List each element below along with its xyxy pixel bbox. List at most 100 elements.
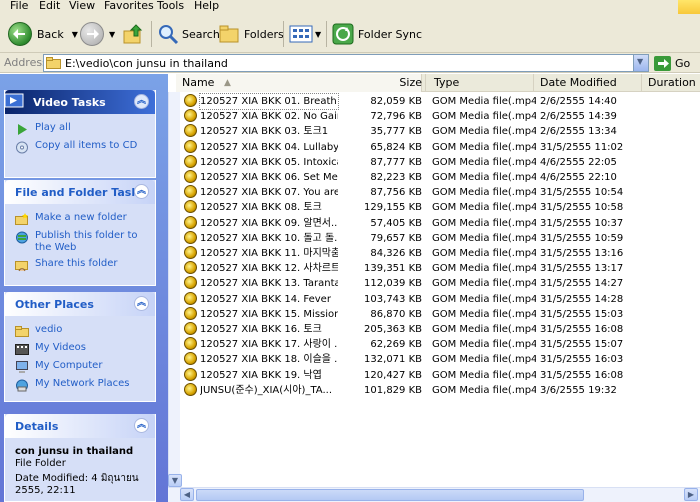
file-row[interactable]: 120527 XIA BKK 01. Breath 82,059 KB GOM Me… — [184, 93, 698, 110]
back-label: Back — [37, 27, 64, 41]
file-row[interactable]: 120527 XIA BKK 03. 토크1 35,777 KB GOM Media… — [184, 124, 698, 139]
back-dropdown-icon[interactable]: ▼ — [72, 30, 78, 39]
address-label: Address — [4, 56, 48, 69]
folders-button[interactable]: Folders — [219, 20, 284, 48]
file-name: 120527 XIA BKK 07. You are s... — [200, 187, 338, 199]
file-folder-tasks-panel: File and Folder Tasks ︽ Make a new folde… — [4, 180, 156, 286]
file-date-modified: 2/6/2555 13:34 — [540, 126, 617, 138]
video-tasks-header[interactable]: Video Tasks ︽ — [4, 90, 155, 114]
file-date-modified: 2/6/2555 14:40 — [540, 96, 617, 107]
copy-to-cd-link[interactable]: Copy all items to CD — [5, 138, 155, 156]
file-row[interactable]: 120527 XIA BKK 17. 사랑이 ... 62,269 KB GOM M… — [184, 337, 698, 352]
forward-button[interactable]: ▼ — [80, 20, 115, 48]
file-row[interactable]: 120527 XIA BKK 04. Lullaby 65,824 KB GOM M… — [184, 139, 698, 155]
file-row[interactable]: 120527 XIA BKK 12. 사차르트_ 139,351 KB GOM Me… — [184, 261, 698, 276]
address-path: E:\vedio\con junsu in thailand — [65, 56, 228, 70]
column-header-duration[interactable]: Duration — [642, 74, 700, 92]
collapse-chevron-icon[interactable]: ︽ — [134, 296, 149, 311]
file-row[interactable]: 120527 XIA BKK 07. You are s... 87,756 KB… — [184, 185, 698, 200]
other-place-vedio[interactable]: vedio — [5, 322, 155, 340]
gom-media-file-icon — [184, 306, 197, 320]
play-all-link[interactable]: Play all — [5, 120, 155, 138]
file-type: GOM Media file(.mp4) — [432, 324, 536, 335]
details-header[interactable]: Details ︽ — [5, 414, 155, 438]
collapse-chevron-icon[interactable]: ︽ — [134, 418, 149, 433]
menu-view[interactable]: View — [69, 0, 95, 12]
other-places-header[interactable]: Other Places ︽ — [5, 292, 155, 316]
gom-media-file-icon — [184, 352, 197, 366]
file-size: 132,071 KB — [364, 354, 422, 366]
file-name: 120527 XIA BKK 09. 알면서... — [200, 217, 338, 229]
file-size: 82,059 KB — [370, 96, 422, 107]
menu-tools[interactable]: Tools — [157, 0, 184, 12]
file-row[interactable]: 120527 XIA BKK 02. No Gain 72,796 KB GOM M… — [184, 109, 698, 124]
scroll-left-button[interactable]: ◀ — [180, 488, 194, 501]
search-button[interactable]: Search — [157, 20, 220, 48]
other-place-network[interactable]: My Network Places — [5, 376, 155, 394]
file-row[interactable]: JUNSU(준수)_XIA(시아)_TA... 101,829 KB GOM Med… — [184, 382, 698, 398]
file-row[interactable]: 120527 XIA BKK 08. 토크 129,155 KB GOM Media… — [184, 200, 698, 215]
address-input[interactable]: E:\vedio\con junsu in thailand ▼ — [43, 54, 649, 72]
publish-web-icon — [16, 231, 28, 244]
network-places-icon — [16, 379, 28, 392]
menu-favorites[interactable]: Favorites — [104, 0, 154, 12]
file-date-modified: 31/5/2555 16:03 — [540, 354, 624, 366]
gom-media-file-icon — [184, 124, 197, 138]
file-folder-tasks-header[interactable]: File and Folder Tasks ︽ — [5, 180, 155, 204]
file-type: GOM Media file(.mp4) — [432, 156, 536, 168]
menu-help[interactable]: Help — [194, 0, 219, 12]
column-header-size[interactable]: Size — [382, 74, 426, 92]
column-header-date[interactable]: Date Modified — [534, 74, 642, 92]
file-row[interactable]: 120527 XIA BKK 11. 마지막춤 84,326 KB GOM Medi… — [184, 246, 698, 261]
folder-sync-button[interactable]: Folder Sync — [332, 20, 422, 48]
file-row[interactable]: 120527 XIA BKK 09. 알면서... 57,405 KB GOM Me… — [184, 215, 698, 231]
file-row[interactable]: 120527 XIA BKK 14. Fever 103,743 KB GOM Me… — [184, 291, 698, 307]
file-name: 120527 XIA BKK 16. 토크 — [200, 324, 322, 335]
file-size: 120,427 KB — [364, 369, 422, 381]
collapse-chevron-icon[interactable]: ︽ — [134, 94, 149, 109]
scroll-right-button[interactable]: ▶ — [684, 488, 698, 501]
file-row[interactable]: 120527 XIA BKK 13. Tarantall... 112,039 K… — [184, 276, 698, 291]
file-type: GOM Media file(.mp4) — [432, 293, 536, 305]
views-button[interactable]: ▼ — [289, 20, 321, 48]
video-tasks-icon — [4, 93, 24, 108]
file-name: 120527 XIA BKK 01. Breath — [199, 93, 339, 110]
vertical-scrollbar[interactable]: ▼ — [168, 92, 182, 502]
views-icon — [289, 25, 313, 43]
file-row[interactable]: 120527 XIA BKK 19. 낙엽 120,427 KB GOM Media… — [184, 367, 698, 383]
gom-media-file-icon — [184, 246, 197, 259]
horizontal-scrollbar[interactable]: ◀ ▶ — [168, 487, 700, 502]
file-row[interactable]: 120527 XIA BKK 18. 이슬을 ... 132,071 KB GOM … — [184, 352, 698, 367]
collapse-chevron-icon[interactable]: ︽ — [134, 184, 149, 199]
scroll-down-button[interactable]: ▼ — [168, 474, 182, 487]
other-place-my-videos[interactable]: My Videos — [5, 340, 155, 358]
gom-media-file-icon — [184, 322, 197, 335]
file-row[interactable]: 120527 XIA BKK 05. Intoxication 87,777 KB… — [184, 154, 698, 170]
search-label: Search — [182, 27, 220, 41]
file-folder-tasks-title: File and Folder Tasks — [15, 185, 146, 199]
gom-media-file-icon — [184, 382, 197, 396]
file-size: 103,743 KB — [364, 293, 422, 305]
file-date-modified: 31/5/2555 14:28 — [540, 293, 624, 305]
file-row[interactable]: 120527 XIA BKK 10. 돌고 돌... 79,657 KB GOM M… — [184, 230, 698, 246]
forward-dropdown-icon[interactable]: ▼ — [109, 30, 115, 39]
horizontal-scroll-thumb[interactable] — [196, 489, 584, 501]
file-row[interactable]: 120527 XIA BKK 06. Set Me F... 82,223 KB G… — [184, 170, 698, 185]
gom-media-file-icon — [184, 94, 197, 107]
file-row[interactable]: 120527 XIA BKK 16. 토크 205,363 KB GOM Media… — [184, 322, 698, 337]
make-new-folder-link[interactable]: Make a new folder — [5, 210, 155, 228]
back-button[interactable]: Back ▼ — [8, 20, 78, 48]
address-dropdown-button[interactable]: ▼ — [633, 55, 648, 71]
toolbar-separator — [151, 21, 152, 47]
other-place-my-computer[interactable]: My Computer — [5, 358, 155, 376]
go-button[interactable]: Go — [654, 55, 690, 71]
file-type: GOM Media file(.mp4) — [432, 232, 536, 244]
menu-file[interactable]: File — [10, 0, 28, 12]
file-row[interactable]: 120527 XIA BKK 15. Mission 86,870 KB GOM M… — [184, 306, 698, 322]
up-folder-button[interactable] — [122, 20, 144, 48]
publish-folder-link[interactable]: Publish this folder to the Web — [5, 228, 155, 256]
menu-edit[interactable]: Edit — [39, 0, 60, 12]
column-header-type[interactable]: Type — [428, 74, 534, 92]
file-size: 129,155 KB — [364, 202, 422, 214]
share-folder-link[interactable]: Share this folder — [5, 256, 155, 274]
